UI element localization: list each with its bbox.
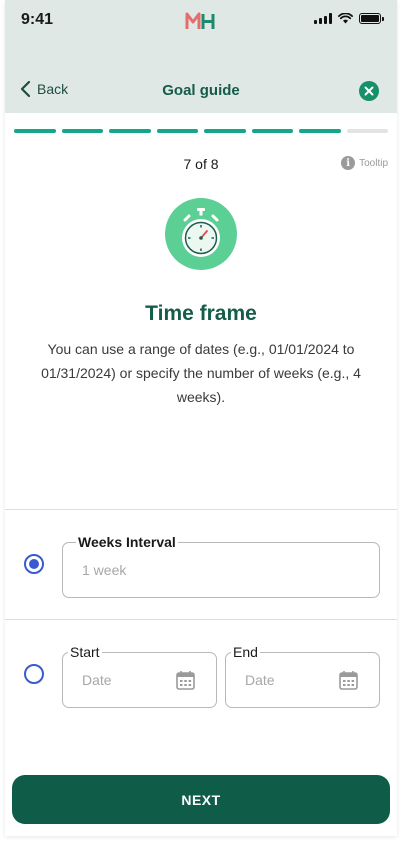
next-button[interactable]: NEXT: [12, 775, 390, 824]
progress-segment: [251, 129, 293, 133]
header: 9:41 Back Goal guide: [5, 0, 397, 113]
close-icon: [364, 86, 374, 96]
start-date-field: Start: [62, 644, 217, 708]
close-button[interactable]: [359, 81, 379, 101]
start-date-input[interactable]: [82, 653, 171, 707]
signal-icon: [314, 13, 332, 24]
progress-segment: [346, 129, 388, 133]
wifi-icon: [338, 13, 353, 24]
stopwatch-illustration: [165, 198, 237, 270]
status-icons: [314, 13, 384, 24]
section-title: Time frame: [145, 302, 257, 325]
info-icon: i: [341, 156, 356, 170]
page-title: Goal guide: [162, 82, 240, 99]
date-range-radio[interactable]: [24, 664, 44, 684]
stopwatch-icon: [182, 208, 220, 257]
tooltip-button[interactable]: i Tooltip: [341, 156, 388, 170]
divider: [5, 509, 397, 510]
status-time: 9:41: [21, 11, 54, 28]
progress-segment: [204, 129, 246, 133]
mh-logo-icon: [185, 12, 215, 29]
section-description: You can use a range of dates (e.g., 01/0…: [41, 341, 361, 405]
calendar-icon[interactable]: [176, 670, 195, 690]
progress-segment: [61, 129, 103, 133]
step-counter: 7 of 8: [183, 156, 219, 172]
progress-segment: [299, 129, 341, 133]
app-screen: 9:41 Back Goal guide 7 of 8 i Tooltip Ti…: [5, 0, 397, 836]
progress-segment: [14, 129, 56, 133]
progress-segment: [109, 129, 151, 133]
end-date-field: End: [225, 644, 380, 708]
weeks-interval-input[interactable]: [82, 543, 369, 597]
battery-icon: [359, 13, 384, 24]
weeks-interval-field: Weeks Interval: [62, 534, 380, 598]
divider: [5, 619, 397, 620]
tooltip-label: Tooltip: [359, 157, 388, 169]
weeks-interval-radio[interactable]: [24, 554, 44, 574]
progress-segment: [156, 129, 198, 133]
progress-bar: [14, 129, 388, 133]
end-date-input[interactable]: [245, 653, 334, 707]
calendar-icon[interactable]: [339, 670, 358, 690]
